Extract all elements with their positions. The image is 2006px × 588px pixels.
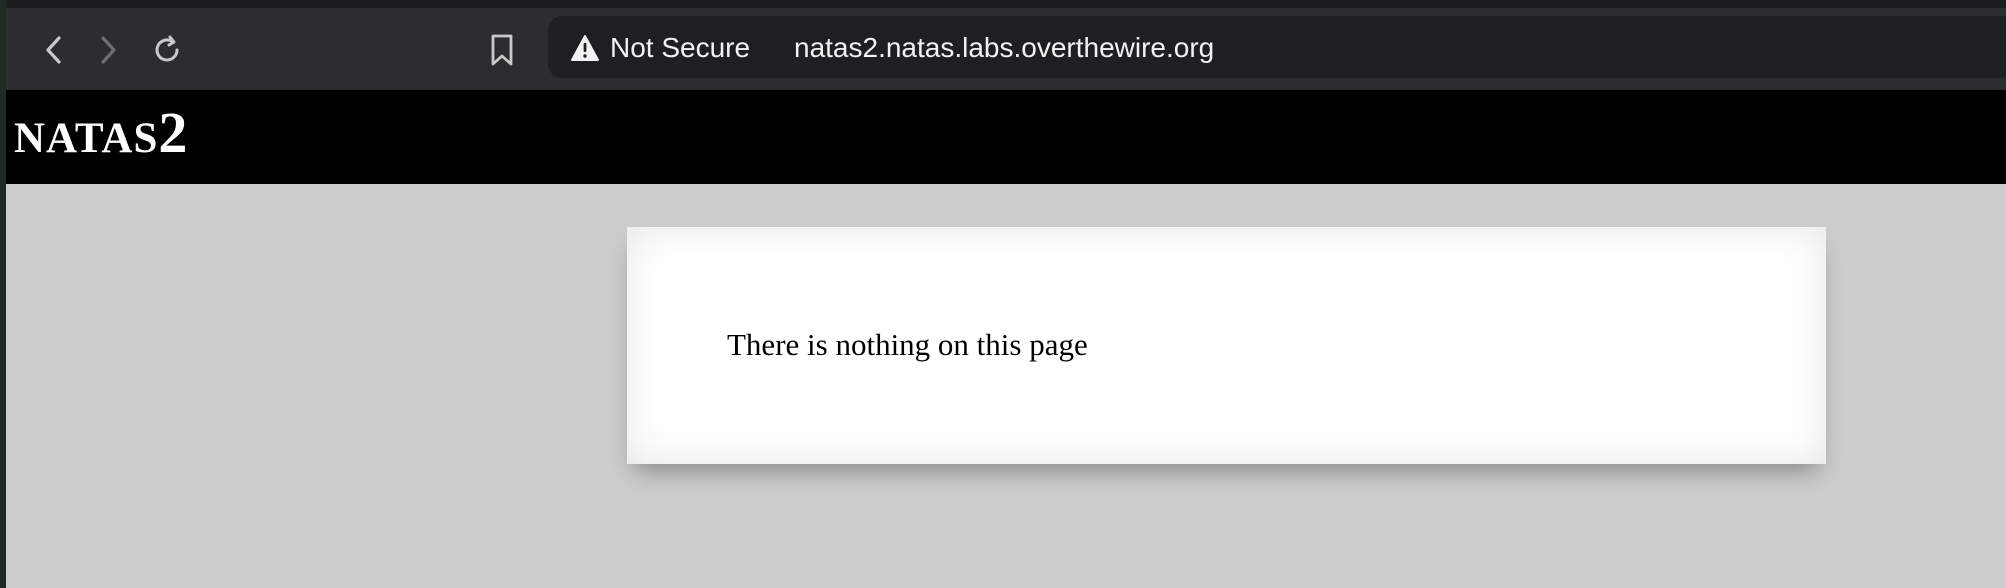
page-title-text: NATAS (14, 115, 159, 162)
browser-toolbar: Not Secure natas2.natas.labs.overthewire… (6, 0, 2006, 90)
page-title: NATAS2 (14, 104, 187, 162)
bookmark-icon (491, 34, 513, 66)
site-header: NATAS2 (6, 90, 2006, 184)
bookmark-button[interactable] (482, 30, 522, 70)
reload-icon (155, 35, 179, 62)
security-status[interactable]: Not Secure (610, 32, 750, 64)
reload-button[interactable] (147, 30, 187, 70)
chevron-right-icon (101, 36, 116, 64)
page-title-level: 2 (158, 100, 188, 165)
content-message: There is nothing on this page (727, 327, 1088, 362)
back-button[interactable] (34, 30, 74, 70)
chevron-left-icon (46, 36, 61, 64)
address-bar[interactable]: Not Secure natas2.natas.labs.overthewire… (548, 16, 2006, 78)
warning-triangle-icon (571, 35, 599, 61)
content-card: There is nothing on this page (627, 227, 1826, 464)
forward-button[interactable] (88, 30, 128, 70)
url-text[interactable]: natas2.natas.labs.overthewire.org (794, 32, 1214, 64)
